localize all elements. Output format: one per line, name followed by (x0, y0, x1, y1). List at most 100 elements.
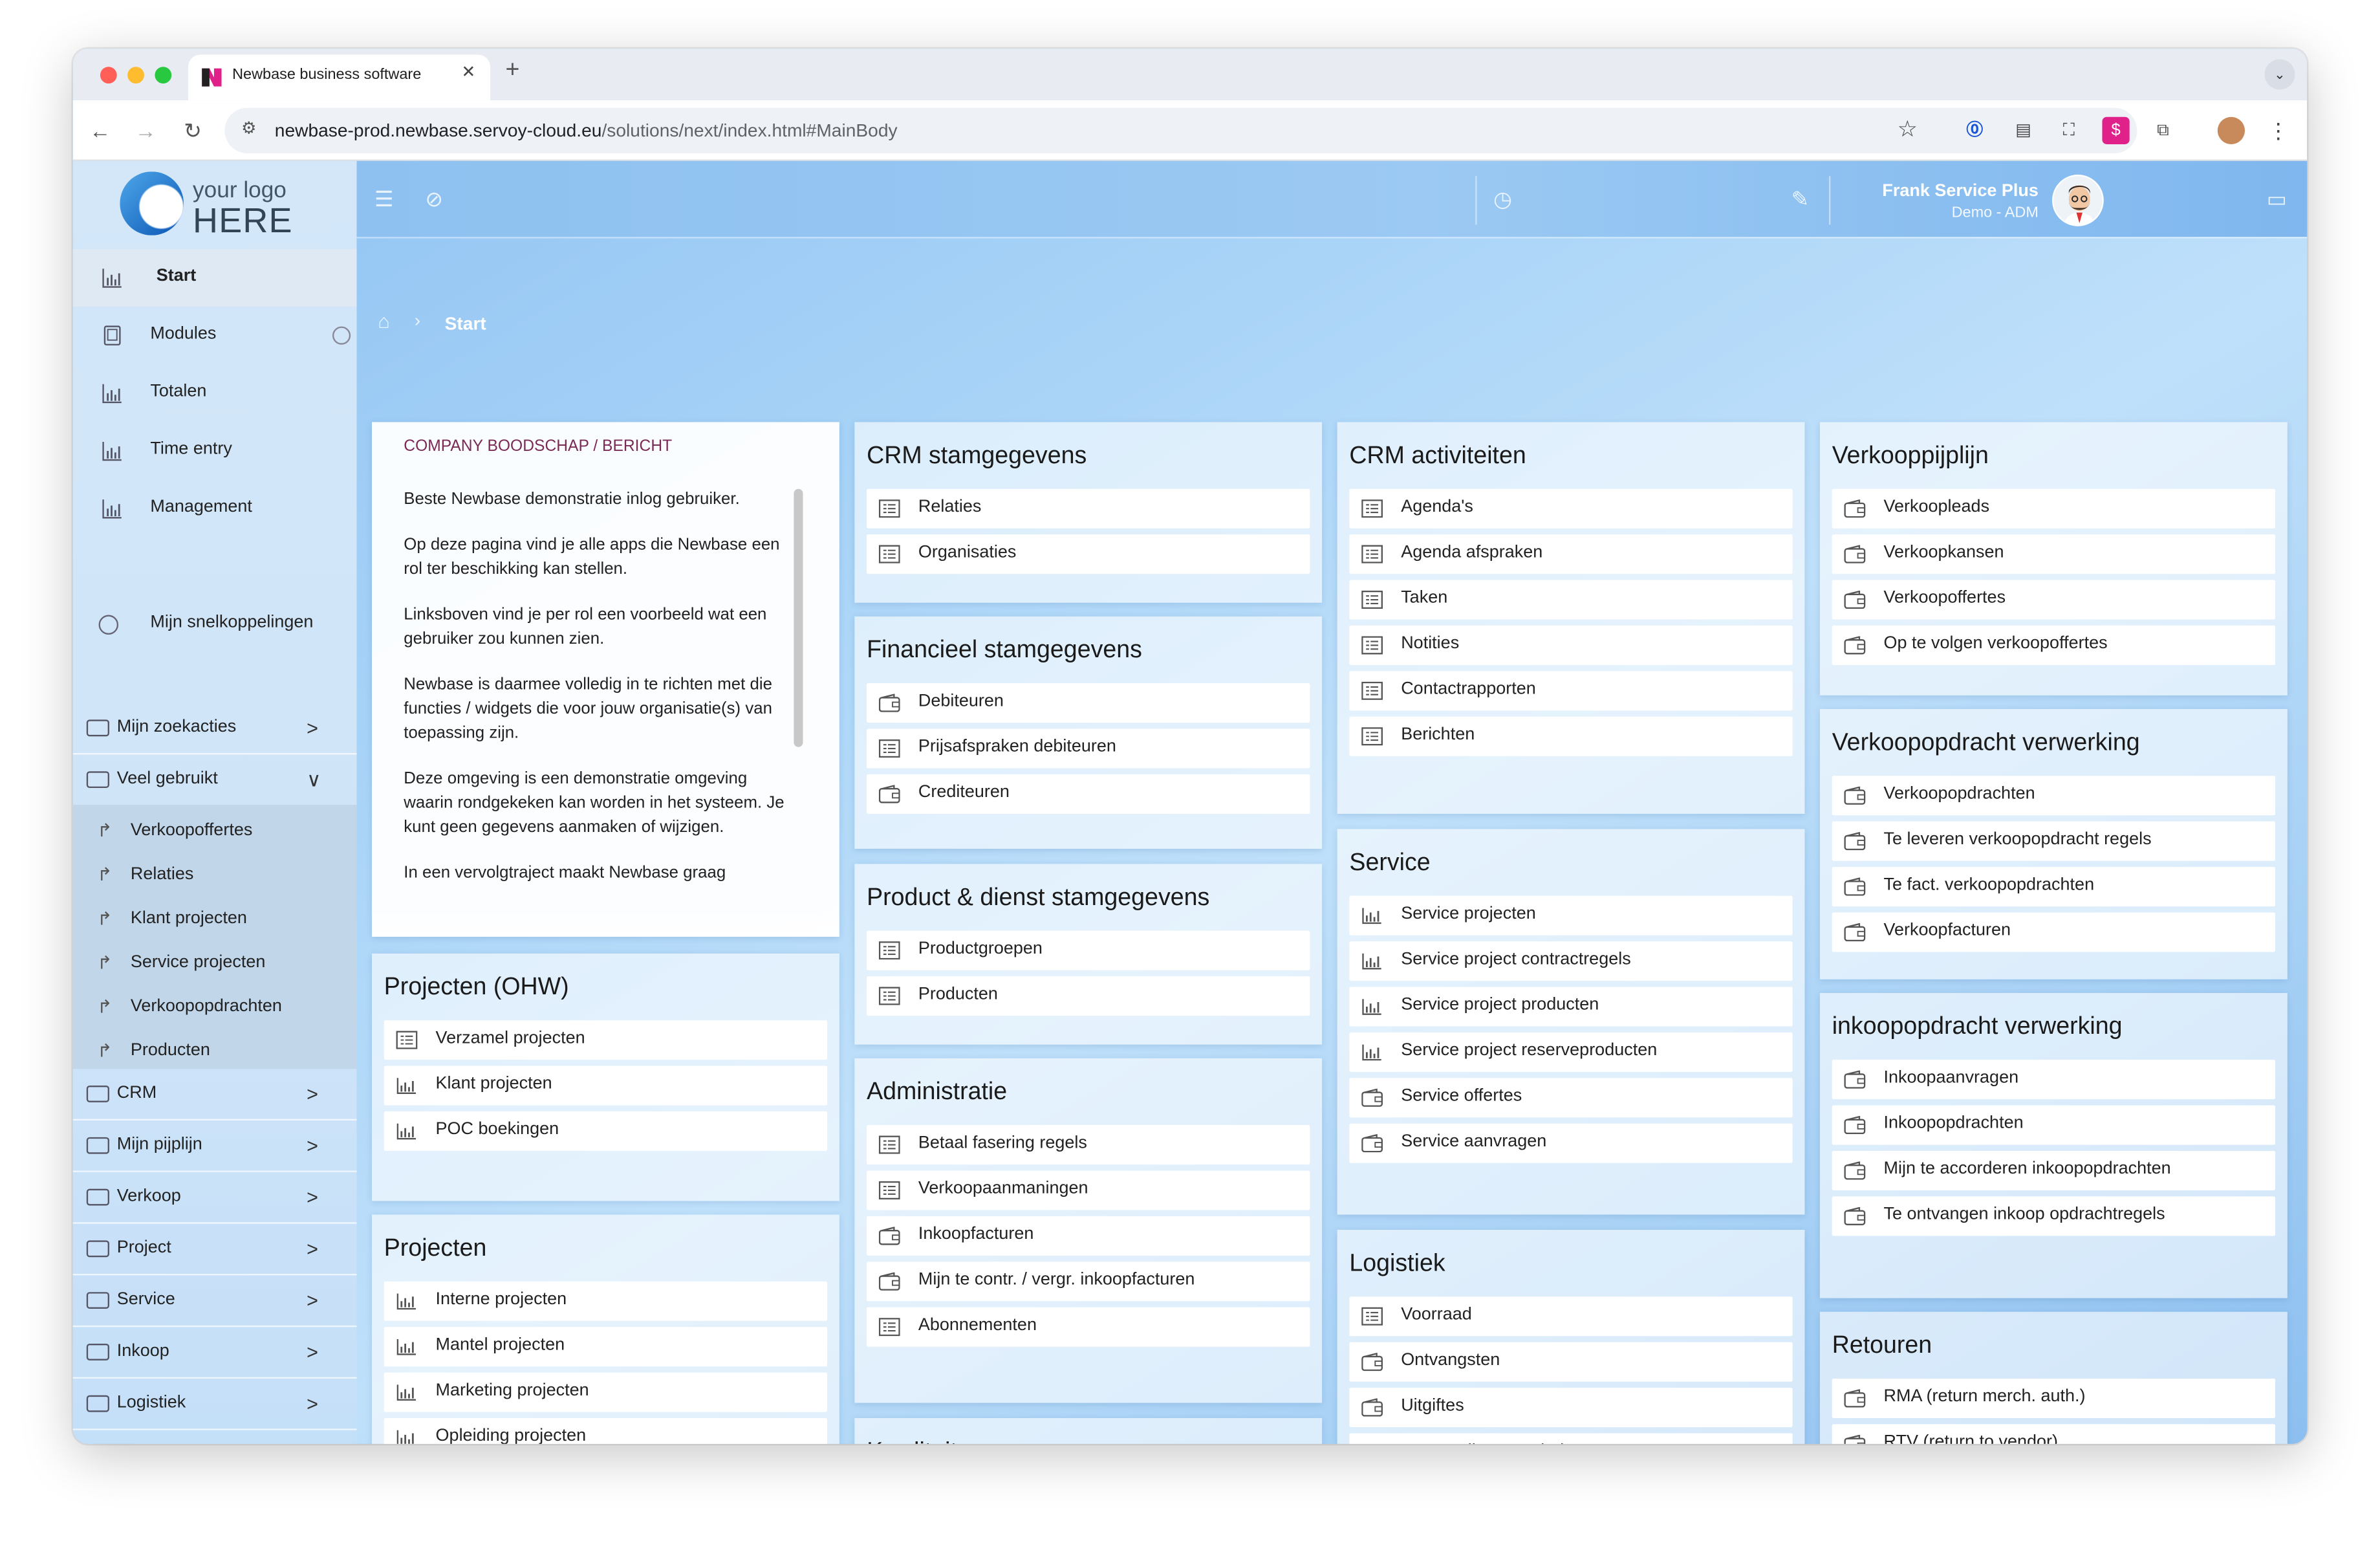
widget-link-item[interactable]: Voorraad (1349, 1296, 1793, 1337)
sidebar-nav-totalen[interactable]: Totalen (73, 364, 357, 422)
user-avatar[interactable] (2052, 174, 2104, 226)
sidebar-nav-modules[interactable]: Modules (73, 307, 357, 364)
browser-menu-icon[interactable]: ⋮ (2265, 117, 2292, 144)
shortcut-item[interactable]: ↱ Relaties (73, 853, 357, 897)
shortcut-item[interactable]: ↱ Verkoopoffertes (73, 809, 357, 853)
widget-link-item[interactable]: Verkoopkansen (1832, 534, 2276, 574)
widget-link-item[interactable]: POC boekingen (384, 1111, 828, 1151)
widget-link-item[interactable]: Service project contractregels (1349, 941, 1793, 981)
recent-clock-icon[interactable] (332, 326, 351, 345)
close-window-button[interactable] (100, 67, 117, 84)
shortcut-item[interactable]: ↱ Klant projecten (73, 897, 357, 941)
widget-link-item[interactable]: Verkoopopdrachten (1832, 776, 2276, 816)
folder-service[interactable]: Service > (72, 1275, 357, 1328)
breadcrumb-current[interactable]: Start (445, 312, 486, 334)
widget-link-item[interactable]: Agenda afspraken (1349, 534, 1793, 574)
menu-list-icon[interactable]: ☰ (371, 187, 398, 212)
folder-logistiek[interactable]: Logistiek > (72, 1379, 357, 1430)
folder-crm[interactable]: CRM > (72, 1069, 357, 1121)
timer-icon[interactable]: ◷ (1489, 187, 1516, 212)
widget-link-item[interactable]: Verkoopfacturen (1832, 912, 2276, 952)
widget-link-item[interactable]: Klant projecten (384, 1066, 828, 1106)
widget-link-item[interactable]: Te leveren verkoopopdracht regels (1832, 821, 2276, 861)
widget-link-item[interactable]: Contactrapporten (1349, 671, 1793, 711)
widget-link-item[interactable]: Ontvangsten (1349, 1342, 1793, 1382)
widget-link-item[interactable]: RTV (return to vendor) (1832, 1424, 2276, 1444)
reload-icon[interactable]: ↻ (178, 115, 208, 146)
widget-link-item[interactable]: Marketing projecten (384, 1372, 828, 1412)
shortcut-item[interactable]: ↱ Verkoopopdrachten (73, 985, 357, 1029)
widget-link-item[interactable]: Service projecten (1349, 895, 1793, 935)
folder-mijn-pijplijn[interactable]: Mijn pijplijn > (72, 1120, 357, 1172)
widget-link-item[interactable]: Service project reserveproducten (1349, 1032, 1793, 1072)
extensions-puzzle-icon[interactable]: ⧉ (2149, 117, 2176, 144)
widget-link-item[interactable]: Te ontvangen inkoop opdrachtregels (1832, 1196, 2276, 1236)
widget-link-item[interactable]: Inkoopopdrachten (1832, 1105, 2276, 1145)
widget-link-item[interactable]: Mijn te contr. / vergr. inkoopfacturen (867, 1262, 1310, 1302)
widget-link-item[interactable]: Service project producten (1349, 987, 1793, 1027)
password-manager-extension-icon[interactable]: ⓪ (1961, 117, 1988, 144)
compass-icon[interactable]: ⊘ (420, 187, 448, 212)
edit-note-icon[interactable]: ✎ (1786, 187, 1813, 212)
message-scrollbar[interactable] (794, 488, 803, 747)
widget-link-item[interactable]: Op te volgen verkoopoffertes (1832, 625, 2276, 665)
tab-close-icon[interactable]: ✕ (461, 62, 475, 82)
shortcut-item[interactable]: ↱ Service projecten (73, 941, 357, 985)
widget-link-item[interactable]: Verzamel projecten (384, 1020, 828, 1060)
site-info-icon[interactable]: ⚙ (241, 118, 256, 138)
widget-link-item[interactable]: Betaal fasering regels (867, 1125, 1310, 1165)
widget-link-item[interactable]: Opleiding projecten (384, 1418, 828, 1444)
widget-link-item[interactable]: Productgroepen (867, 930, 1310, 970)
widget-link-item[interactable]: Verkoopoffertes (1832, 580, 2276, 620)
address-bar[interactable]: ⚙ newbase-prod.newbase.servoy-cloud.eu/s… (224, 107, 2137, 154)
widget-link-item[interactable]: Voorraadherwaardering (1349, 1433, 1793, 1444)
tab-search-chevron-icon[interactable]: ⌄ (2264, 59, 2295, 90)
widget-link-item[interactable]: Agenda's (1349, 488, 1793, 529)
folder-project[interactable]: Project > (72, 1224, 357, 1276)
minimize-window-button[interactable] (127, 67, 144, 84)
browser-tab[interactable]: Newbase business software ✕ (188, 54, 491, 100)
widget-link-item[interactable]: Taken (1349, 580, 1793, 620)
widget-link-item[interactable]: Uitgiftes (1349, 1388, 1793, 1428)
widget-link-item[interactable]: Verkoopleads (1832, 488, 2276, 529)
widget-link-item[interactable]: Berichten (1349, 716, 1793, 756)
widget-link-item[interactable]: Te fact. verkoopopdrachten (1832, 867, 2276, 907)
widget-link-item[interactable]: Debiteuren (867, 683, 1310, 723)
forward-icon[interactable]: → (131, 115, 161, 146)
widget-link-item[interactable]: Relaties (867, 488, 1310, 529)
widget-link-item[interactable]: Inkoopaanvragen (1832, 1060, 2276, 1100)
folder-mijn-zoekacties[interactable]: Mijn zoekacties > (72, 703, 357, 755)
widget-link-item[interactable]: RMA (return merch. auth.) (1832, 1378, 2276, 1419)
widget-link-item[interactable]: Organisaties (867, 534, 1310, 574)
folder-verkoop[interactable]: Verkoop > (72, 1172, 357, 1224)
sidebar-nav-start[interactable]: Start (72, 248, 357, 307)
sidebar-nav-time-entry[interactable]: Time entry (73, 422, 357, 479)
folder-veel-gebruikt[interactable]: Veel gebruikt ∨ (72, 754, 357, 807)
widget-link-item[interactable]: Abonnementen (867, 1307, 1310, 1347)
widget-link-item[interactable]: Inkoopfacturen (867, 1216, 1310, 1256)
widget-link-item[interactable]: Mantel projecten (384, 1327, 828, 1367)
panel-toggle-icon[interactable]: ▭ (2263, 187, 2290, 212)
screenshot-extension-icon[interactable]: ⛶ (2055, 117, 2082, 144)
shortcut-item[interactable]: ↱ Producten (73, 1029, 357, 1073)
sidebar-nav-management[interactable]: Management (73, 480, 357, 538)
widget-link-item[interactable]: Interne projecten (384, 1281, 828, 1321)
new-tab-icon[interactable]: + (506, 58, 520, 85)
widget-link-item[interactable]: Producten (867, 976, 1310, 1016)
bookmark-star-icon[interactable]: ☆ (1898, 115, 1918, 143)
widget-link-item[interactable]: Prijsafspraken debiteuren (867, 728, 1310, 769)
folder-inkoop[interactable]: Inkoop > (72, 1327, 357, 1379)
extension-icon[interactable]: ▤ (2009, 117, 2037, 144)
widget-link-item[interactable]: Notities (1349, 625, 1793, 665)
my-shortcuts-header[interactable]: Mijn snelkoppelingen (73, 601, 357, 646)
widget-link-item[interactable]: Service offertes (1349, 1078, 1793, 1118)
profile-avatar-icon[interactable] (2217, 116, 2245, 144)
widget-link-item[interactable]: Mijn te accorderen inkoopopdrachten (1832, 1150, 2276, 1190)
widget-link-item[interactable]: Crediteuren (867, 774, 1310, 814)
maximize-window-button[interactable] (155, 67, 172, 84)
newbase-extension-icon[interactable]: $ (2102, 116, 2130, 144)
widget-link-item[interactable]: Service aanvragen (1349, 1123, 1793, 1163)
back-icon[interactable]: ← (85, 115, 115, 146)
home-icon[interactable]: ⌂ (378, 310, 389, 333)
widget-link-item[interactable]: Verkoopaanmaningen (867, 1170, 1310, 1210)
